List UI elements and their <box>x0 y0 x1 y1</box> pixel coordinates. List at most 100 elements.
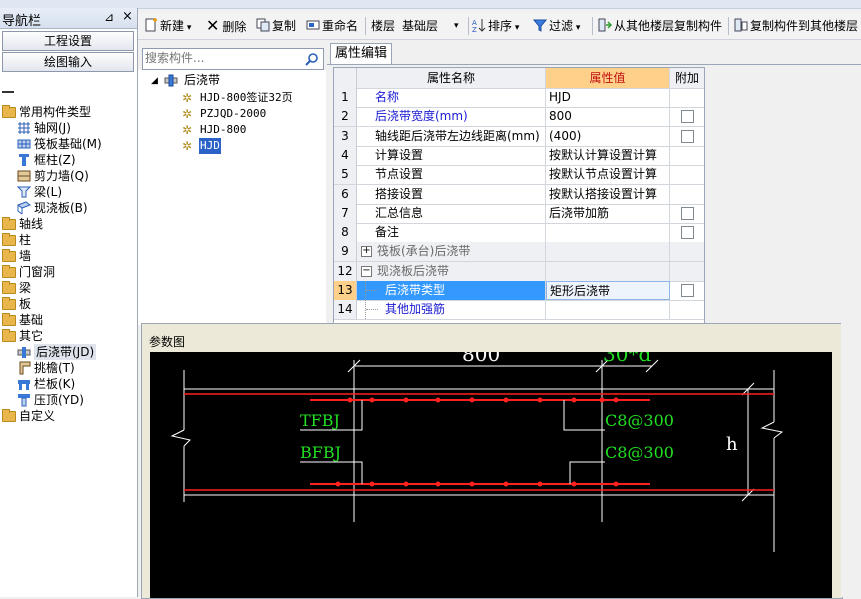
property-row[interactable]: 6 搭接设置 按默认搭接设置计算 <box>334 184 704 205</box>
add-checkbox[interactable] <box>681 226 694 240</box>
nav-panel: 导航栏 ⊿ × 工程设置 绘图输入 常用构件类型 轴网(J) 筏板基础(M) 框柱(Z… <box>0 8 138 597</box>
right-edge-strip <box>841 323 861 597</box>
coping-icon <box>17 393 31 407</box>
property-value[interactable] <box>546 242 670 262</box>
add-checkbox[interactable] <box>681 110 694 124</box>
gear-icon: ✲ <box>182 91 193 105</box>
property-row[interactable]: 13 后浇带类型 矩形后浇带 <box>334 281 704 301</box>
search-icon[interactable] <box>305 52 319 66</box>
nav-tree-item-label: 栏板(K) <box>34 377 76 391</box>
property-value[interactable] <box>546 300 670 320</box>
tree-root-label[interactable]: 后浇带 <box>184 72 220 88</box>
property-row[interactable]: 7 汇总信息 后浇带加筋 <box>334 203 704 224</box>
nav-tree-item[interactable]: 柱 <box>0 232 137 248</box>
property-row[interactable]: 9 + 筏板(承台)后浇带 <box>334 242 704 263</box>
nav-tree-item[interactable]: 梁 <box>0 280 137 296</box>
add-checkbox[interactable] <box>681 284 694 297</box>
property-row[interactable]: 5 节点设置 按默认节点设置计算 <box>334 165 704 186</box>
row-number: 8 <box>334 223 357 243</box>
property-row[interactable]: 1 名称 HJD <box>334 88 704 108</box>
nav-tree-item[interactable]: 墙 <box>0 248 137 264</box>
search-box <box>142 48 324 70</box>
nav-tree-item[interactable]: 门窗洞 <box>0 264 137 280</box>
post-cast-strip-icon <box>164 74 178 87</box>
property-value[interactable]: 矩形后浇带 <box>546 281 670 300</box>
nav-tree-item[interactable]: 轴线 <box>0 216 137 232</box>
nav-tree-item[interactable]: 基础 <box>0 312 137 328</box>
nav-tree-item-label: 墙 <box>19 249 32 263</box>
property-value[interactable]: 800 <box>546 107 670 127</box>
nav-tree-item-label: 梁(L) <box>34 185 63 199</box>
property-name: 轴线距后浇带左边线距离(mm) <box>357 126 546 146</box>
nav-tree-item[interactable]: 板 <box>0 296 137 312</box>
bfbj-leader <box>300 461 363 484</box>
property-value[interactable] <box>546 223 670 243</box>
property-name: 计算设置 <box>357 145 546 165</box>
sort-button[interactable]: A Z 排序 ▾ <box>472 17 519 35</box>
floor-select[interactable]: 基础层 ▾ <box>402 17 462 35</box>
nav-tree-item[interactable]: 其它 <box>0 328 137 344</box>
nav-tree-item[interactable]: 现浇板(B) <box>0 200 137 216</box>
component-item-label: PZJQD-2000 <box>200 107 267 120</box>
tab-property-edit[interactable]: 属性编辑 <box>330 43 392 64</box>
property-row[interactable]: 14 其他加强筋 <box>334 300 704 321</box>
collapse-icon[interactable] <box>2 88 14 96</box>
copy-to-floor-button[interactable]: 复制构件到其他楼层 <box>734 17 858 35</box>
collapse-icon[interactable]: − <box>361 265 372 277</box>
nav-tree-item[interactable]: 栏板(K) <box>0 376 137 392</box>
project-settings-button[interactable]: 工程设置 <box>2 31 134 51</box>
property-value[interactable]: 按默认计算设置计算 <box>546 145 670 165</box>
new-button[interactable]: 新建 ▾ <box>144 17 191 35</box>
property-name-text: 其他加强筋 <box>385 302 446 317</box>
property-row[interactable]: 4 计算设置 按默认计算设置计算 <box>334 145 704 166</box>
nav-tree-item[interactable]: 轴网(J) <box>0 120 137 136</box>
filter-button[interactable]: 过滤 ▾ <box>533 17 580 35</box>
nav-header: 导航栏 ⊿ × <box>0 8 137 29</box>
nav-tree-item[interactable]: 压顶(YD) <box>0 392 137 408</box>
property-value[interactable]: HJD <box>546 88 670 107</box>
folder-icon <box>2 297 16 310</box>
gear-icon: ✲ <box>182 107 193 121</box>
close-icon[interactable]: × <box>122 9 133 24</box>
nav-tree-item[interactable]: 常用构件类型 <box>0 104 137 120</box>
copy-button[interactable]: 复制 <box>256 17 296 35</box>
copy-label: 复制 <box>272 19 297 33</box>
nav-tree-item-label: 后浇带(JD) <box>34 344 97 360</box>
gear-icon: ✲ <box>182 139 193 153</box>
property-value[interactable]: (400) <box>546 126 670 146</box>
property-row[interactable]: 2 后浇带宽度(mm) 800 <box>334 107 704 128</box>
property-value[interactable]: 按默认搭接设置计算 <box>546 184 670 204</box>
property-row[interactable]: 12− 现浇板后浇带 <box>334 261 704 282</box>
row-number: 4 <box>334 145 357 165</box>
svg-text:Z: Z <box>472 26 477 32</box>
nav-tree-item-label: 轴网(J) <box>34 121 71 135</box>
nav-tree-item[interactable]: 框柱(Z) <box>0 152 137 168</box>
property-row[interactable]: 3 轴线距后浇带左边线距离(mm) (400) <box>334 126 704 147</box>
property-row[interactable]: 8 备注 <box>334 223 704 244</box>
component-list: ✲ HJD-800签证32页 ✲ PZJQD-2000 ✲ HJD-800 ✲ HJD <box>138 90 326 190</box>
copy-from-floor-button[interactable]: 从其他楼层复制构件 <box>598 17 722 35</box>
property-name: 节点设置 <box>357 165 546 185</box>
nav-tree-item[interactable]: 梁(L) <box>0 184 137 200</box>
rename-button[interactable]: 重命名 <box>306 17 358 35</box>
jd-icon <box>17 345 31 359</box>
nav-tree-item[interactable]: 挑檐(T) <box>0 360 137 376</box>
chevron-down-icon: ▾ <box>573 23 581 33</box>
property-value[interactable]: 后浇带加筋 <box>546 203 670 223</box>
nav-tree-item[interactable]: 自定义 <box>0 408 137 424</box>
add-checkbox[interactable] <box>681 129 694 143</box>
delete-button[interactable]: ✕ 删除 <box>206 17 246 35</box>
pin-icon[interactable]: ⊿ <box>104 10 114 24</box>
nav-tree-item[interactable]: 后浇带(JD) <box>0 344 137 360</box>
nav-tree-item[interactable]: 筏板基础(M) <box>0 136 137 152</box>
property-add-cell <box>671 262 703 281</box>
nav-tree: 常用构件类型 轴网(J) 筏板基础(M) 框柱(Z) 剪力墙(Q) 梁(L) 现浇板(B) 轴… <box>0 104 137 434</box>
search-input[interactable] <box>145 50 295 66</box>
add-checkbox[interactable] <box>681 206 694 220</box>
property-value[interactable] <box>546 261 670 281</box>
nav-tree-item[interactable]: 剪力墙(Q) <box>0 168 137 184</box>
property-value[interactable]: 按默认节点设置计算 <box>546 165 670 185</box>
expand-icon[interactable]: + <box>361 246 372 258</box>
drawing-input-button[interactable]: 绘图输入 <box>2 52 134 72</box>
collapse-arrow-icon[interactable]: ◢ <box>151 73 158 89</box>
